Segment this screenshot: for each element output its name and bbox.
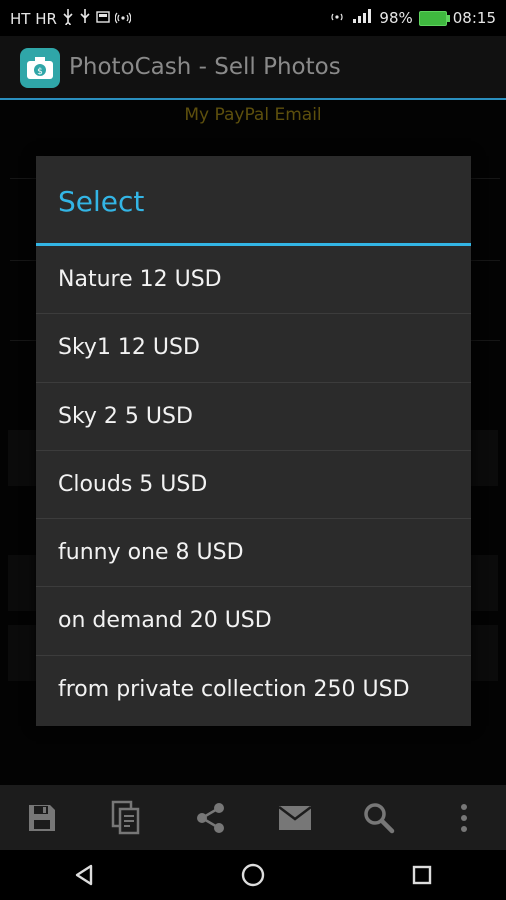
more-icon[interactable]: [442, 796, 486, 840]
clock: 08:15: [452, 9, 496, 27]
app-bar: $ PhotoCash - Sell Photos: [0, 36, 506, 100]
share-icon[interactable]: [189, 796, 233, 840]
status-right: 98% 08:15: [329, 9, 496, 27]
option-item[interactable]: Nature 12 USD: [36, 246, 471, 315]
status-bar: HT HR 98% 08:15: [0, 0, 506, 36]
battery-percent: 98%: [379, 9, 413, 27]
hotspot-icon-right: [329, 9, 345, 27]
app-title: PhotoCash - Sell Photos: [69, 54, 341, 80]
app-logo-icon: $: [20, 48, 60, 88]
recents-icon[interactable]: [397, 850, 447, 900]
usb-icon-2: [79, 9, 91, 29]
back-icon[interactable]: [59, 850, 109, 900]
svg-text:$: $: [37, 67, 43, 77]
carrier-label: HT HR: [10, 10, 57, 28]
option-item[interactable]: funny one 8 USD: [36, 519, 471, 588]
dialog-title: Select: [36, 156, 471, 246]
signal-icon: [351, 9, 373, 27]
option-item[interactable]: Sky 2 5 USD: [36, 383, 471, 451]
sd-card-icon: [96, 10, 110, 28]
battery-icon: [418, 10, 450, 26]
home-icon[interactable]: [228, 850, 278, 900]
option-item[interactable]: Sky1 12 USD: [36, 314, 471, 383]
status-left: HT HR: [10, 9, 132, 29]
email-icon[interactable]: [273, 796, 317, 840]
system-nav-bar: [0, 850, 506, 900]
copy-icon[interactable]: [104, 796, 148, 840]
usb-icon: [62, 9, 74, 29]
search-icon[interactable]: [357, 796, 401, 840]
save-icon[interactable]: [20, 796, 64, 840]
hotspot-icon: [114, 10, 132, 28]
option-item[interactable]: from private collection 250 USD: [36, 656, 471, 724]
select-dialog: Select Nature 12 USD Sky1 12 USD Sky 2 5…: [36, 156, 471, 726]
bottom-toolbar: [0, 785, 506, 850]
option-item[interactable]: on demand 20 USD: [36, 587, 471, 656]
option-item[interactable]: Clouds 5 USD: [36, 451, 471, 520]
